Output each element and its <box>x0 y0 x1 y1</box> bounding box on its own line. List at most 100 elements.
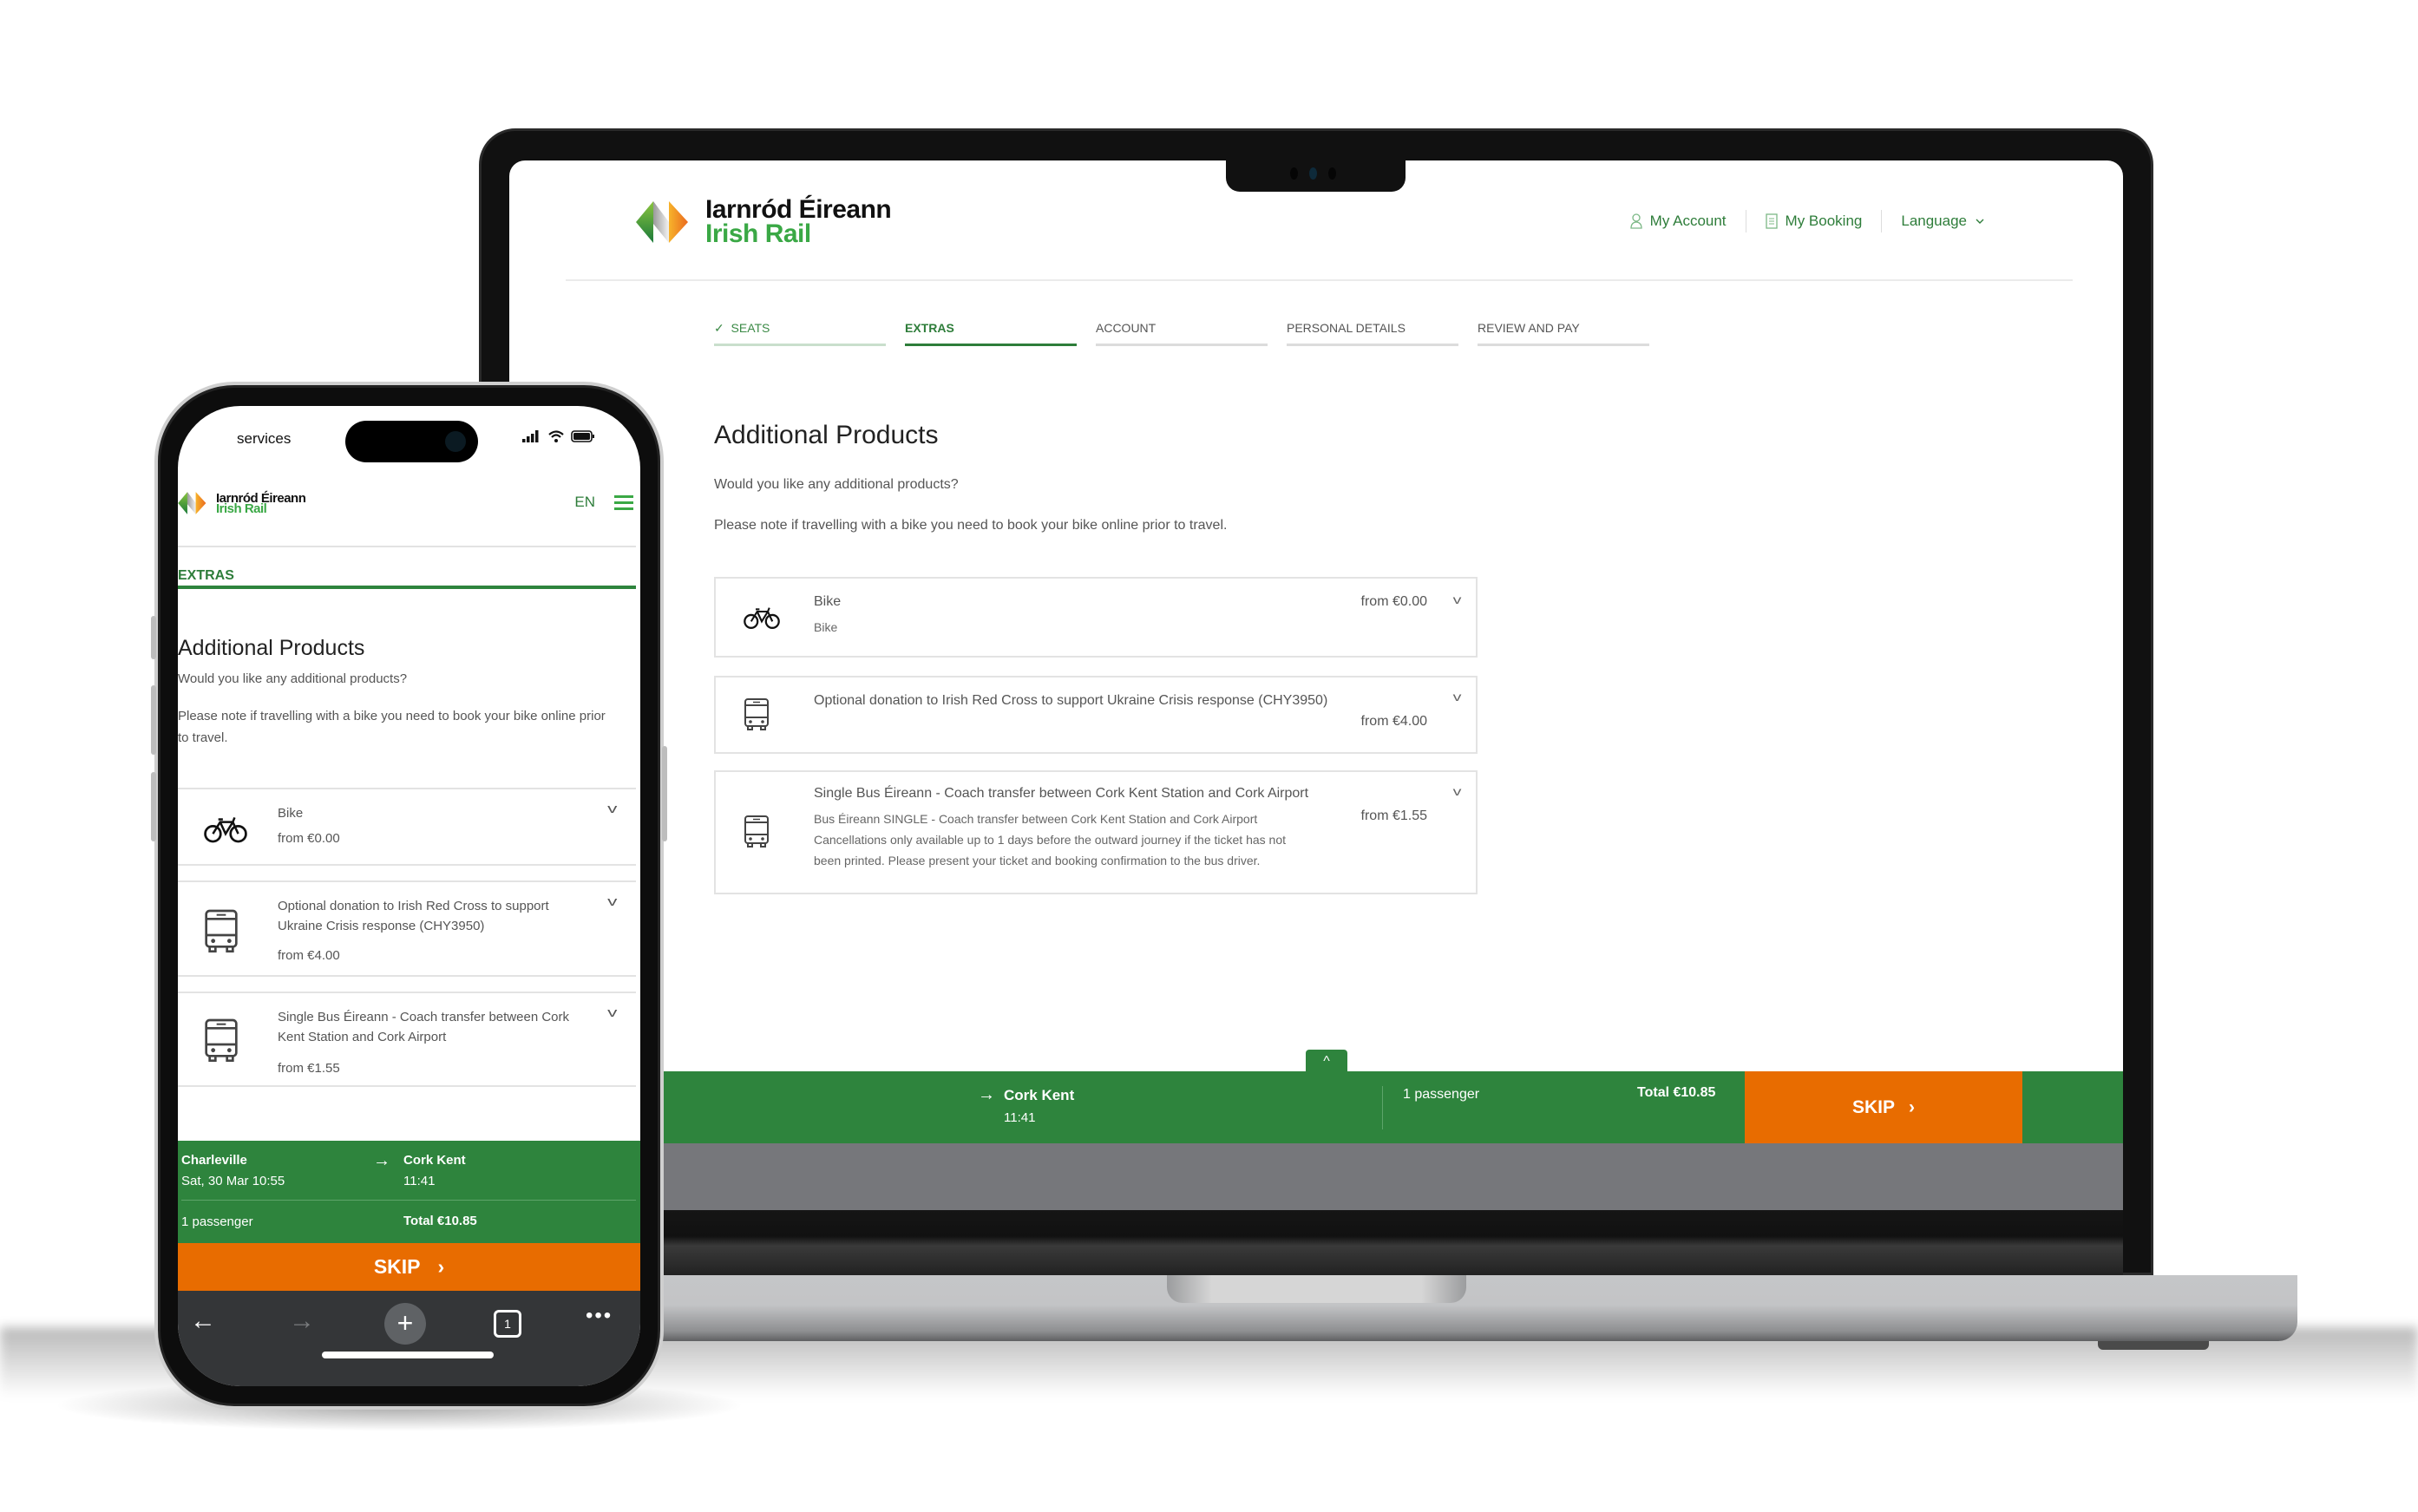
bicycle-icon <box>744 605 780 630</box>
my-booking-link[interactable]: My Booking <box>1746 213 1882 230</box>
product-card-donation[interactable]: Optional donation to Irish Red Cross to … <box>714 676 1478 754</box>
product-subtitle: Bike <box>814 620 838 634</box>
battery-icon <box>571 430 594 442</box>
dynamic-island <box>345 421 478 462</box>
signal-icon <box>522 430 539 442</box>
product-card-bike[interactable]: Bike from €0.00 v <box>178 788 636 866</box>
journey-summary-bar: Charleville Sat, 30 Mar 10:55 → Cork Ken… <box>178 1141 640 1243</box>
step-progress-bar <box>905 344 1077 346</box>
page-title: Additional Products <box>714 421 939 449</box>
bus-icon <box>744 697 770 733</box>
logo-name-english: Irish Rail <box>705 219 811 248</box>
mobile-screen: services Iarnród Éireann Irish Rail EN E… <box>178 406 640 1386</box>
step-label: SEATS <box>731 321 770 335</box>
passenger-count: 1 passenger <box>181 1214 253 1229</box>
chevron-down-icon[interactable]: v <box>607 1005 617 1020</box>
phone-side-button <box>151 616 156 659</box>
destination-station: Cork Kent <box>1004 1087 1075 1103</box>
step-personal-details[interactable]: PERSONAL DETAILS <box>1287 321 1458 346</box>
more-options-icon[interactable]: ••• <box>586 1301 613 1331</box>
skip-button[interactable]: SKIP › <box>178 1243 640 1291</box>
camera-sensor-icon <box>1290 167 1298 180</box>
chevron-down-icon[interactable]: v <box>1453 592 1462 606</box>
step-label: ACCOUNT <box>1096 321 1157 335</box>
bicycle-icon <box>204 815 247 843</box>
logo-mark-icon <box>178 490 211 516</box>
my-booking-label: My Booking <box>1785 213 1863 229</box>
skip-label: SKIP <box>1851 1096 1895 1117</box>
wifi-icon <box>548 430 564 442</box>
product-title: Optional donation to Irish Red Cross to … <box>278 899 549 933</box>
chevron-down-icon[interactable]: v <box>1453 784 1462 798</box>
header-divider <box>178 546 636 547</box>
chevron-right-icon: › <box>437 1255 445 1278</box>
bus-icon <box>204 1018 239 1064</box>
product-price: from €1.55 <box>278 1061 340 1076</box>
step-seats[interactable]: ✓ SEATS <box>714 321 886 346</box>
booking-stepper: ✓ SEATS EXTRAS ACCOUNT PERSONAL DETAILS … <box>714 321 1649 346</box>
chevron-down-icon[interactable]: v <box>1453 690 1462 704</box>
product-price: from €4.00 <box>278 948 340 963</box>
step-progress-bar <box>1478 344 1649 346</box>
product-price: from €4.00 <box>1360 714 1427 729</box>
step-progress-bar <box>1287 344 1458 346</box>
laptop-chin <box>509 1210 2123 1275</box>
language-dropdown[interactable]: Language <box>1882 213 2004 230</box>
booking-icon <box>1765 213 1778 229</box>
step-label: REVIEW AND PAY <box>1478 321 1580 335</box>
browser-toolbar: ← → + 1 ••• <box>178 1291 640 1386</box>
status-bar-label: services <box>237 430 292 447</box>
arrow-right-icon: → <box>978 1085 995 1104</box>
camera-lens-icon <box>1309 167 1317 180</box>
intro-text: Would you like any additional products? <box>178 671 408 686</box>
forward-arrow-icon[interactable]: → <box>289 1306 315 1336</box>
product-title: Single Bus Éireann - Coach transfer betw… <box>814 786 1309 801</box>
product-card-coach-transfer[interactable]: Single Bus Éireann - Coach transfer betw… <box>178 992 636 1087</box>
header-nav: My Account My Booking Language <box>1611 210 2004 232</box>
brand-logo[interactable]: Iarnród Éireann Irish Rail <box>636 197 892 248</box>
laptop-lid-groove <box>1167 1275 1466 1303</box>
product-title: Bike <box>814 594 842 609</box>
my-account-label: My Account <box>1649 213 1727 229</box>
summary-expand-toggle[interactable]: ^ <box>1306 1050 1347 1072</box>
my-account-link[interactable]: My Account <box>1611 213 1746 230</box>
home-indicator[interactable] <box>322 1352 494 1358</box>
step-account[interactable]: ACCOUNT <box>1096 321 1268 346</box>
product-description-line: Cancellations only available up to 1 day… <box>814 833 1286 847</box>
step-extras[interactable]: EXTRAS <box>905 321 1077 346</box>
step-label: PERSONAL DETAILS <box>1287 321 1406 335</box>
arrival-time: 11:41 <box>1004 1110 1036 1125</box>
page-title: Additional Products <box>178 636 365 660</box>
product-card-donation[interactable]: Optional donation to Irish Red Cross to … <box>178 880 636 977</box>
skip-label: SKIP <box>373 1255 421 1278</box>
tab-count-button[interactable]: 1 <box>494 1310 521 1338</box>
back-arrow-icon[interactable]: ← <box>190 1306 216 1336</box>
total-price: Total €10.85 <box>1637 1085 1716 1100</box>
intro-text: Would you like any additional products? <box>714 477 959 492</box>
product-title: Single Bus Éireann - Coach transfer betw… <box>278 1010 570 1044</box>
product-price: from €0.00 <box>278 831 340 846</box>
step-review-and-pay[interactable]: REVIEW AND PAY <box>1478 321 1649 346</box>
step-progress-bar <box>1096 344 1268 346</box>
chevron-down-icon[interactable]: v <box>607 894 617 909</box>
laptop-camera-notch <box>1226 159 1406 192</box>
hamburger-menu-icon[interactable] <box>614 495 633 514</box>
bike-note-text: Please note if travelling with a bike yo… <box>714 518 1228 533</box>
skip-button[interactable]: SKIP › <box>1745 1071 2022 1143</box>
product-card-coach-transfer[interactable]: Single Bus Éireann - Coach transfer betw… <box>714 770 1478 894</box>
step-progress-bar <box>178 586 636 589</box>
check-icon: ✓ <box>714 321 724 335</box>
language-selector[interactable]: EN <box>574 494 595 511</box>
origin-station: Charleville <box>181 1153 247 1168</box>
new-tab-plus-icon[interactable]: + <box>384 1303 426 1345</box>
chevron-down-icon[interactable]: v <box>607 802 617 816</box>
phone-volume-button <box>151 772 156 841</box>
total-price: Total €10.85 <box>403 1214 477 1228</box>
product-card-bike[interactable]: Bike Bike from €0.00 v <box>714 577 1478 658</box>
language-label: Language <box>1901 213 1967 229</box>
product-price: from €1.55 <box>1360 808 1427 823</box>
user-icon <box>1630 213 1642 229</box>
departure-datetime: Sat, 30 Mar 10:55 <box>181 1174 285 1188</box>
chevron-down-icon <box>1976 219 1984 224</box>
brand-logo[interactable]: Iarnród Éireann Irish Rail <box>178 490 306 516</box>
